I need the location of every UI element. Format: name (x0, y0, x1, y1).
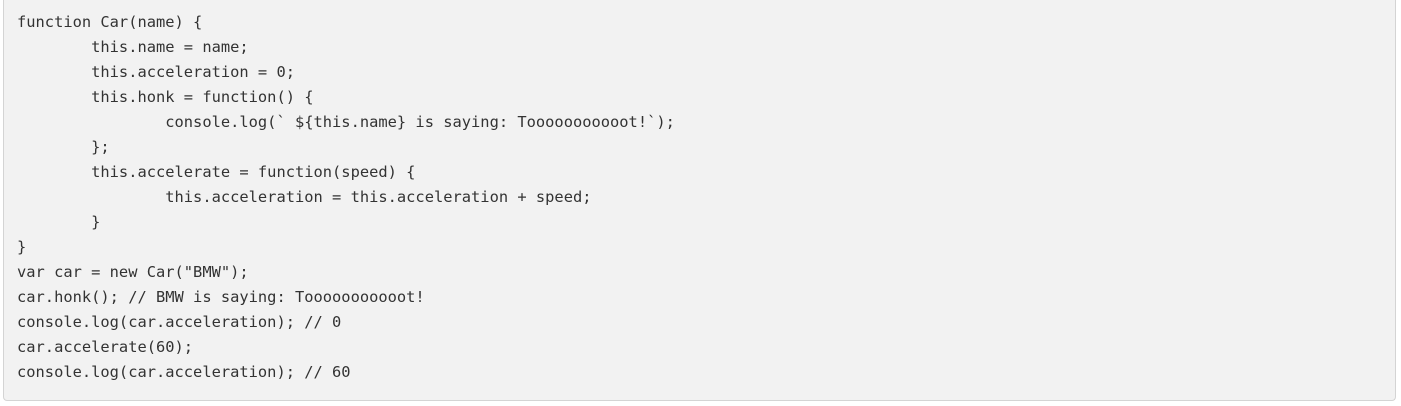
code-line: this.acceleration = 0; (17, 63, 295, 81)
code-line: console.log(` ${this.name} is saying: To… (17, 113, 675, 131)
code-line: } (17, 238, 27, 256)
code-line: function Car(name) { (17, 13, 203, 31)
code-line: } (17, 213, 101, 231)
code-content: function Car(name) { this.name = name; t… (17, 10, 1395, 385)
code-line: }; (17, 138, 110, 156)
code-line: console.log(car.acceleration); // 60 (17, 363, 351, 381)
code-line: this.name = name; (17, 38, 249, 56)
code-block: function Car(name) { this.name = name; t… (3, 0, 1396, 401)
code-line: car.honk(); // BMW is saying: Tooooooooo… (17, 288, 425, 306)
code-line: this.acceleration = this.acceleration + … (17, 188, 592, 206)
code-line: car.accelerate(60); (17, 338, 194, 356)
code-line: console.log(car.acceleration); // 0 (17, 313, 342, 331)
code-line: var car = new Car("BMW"); (17, 263, 249, 281)
code-line: this.honk = function() { (17, 88, 314, 106)
code-line: this.accelerate = function(speed) { (17, 163, 416, 181)
